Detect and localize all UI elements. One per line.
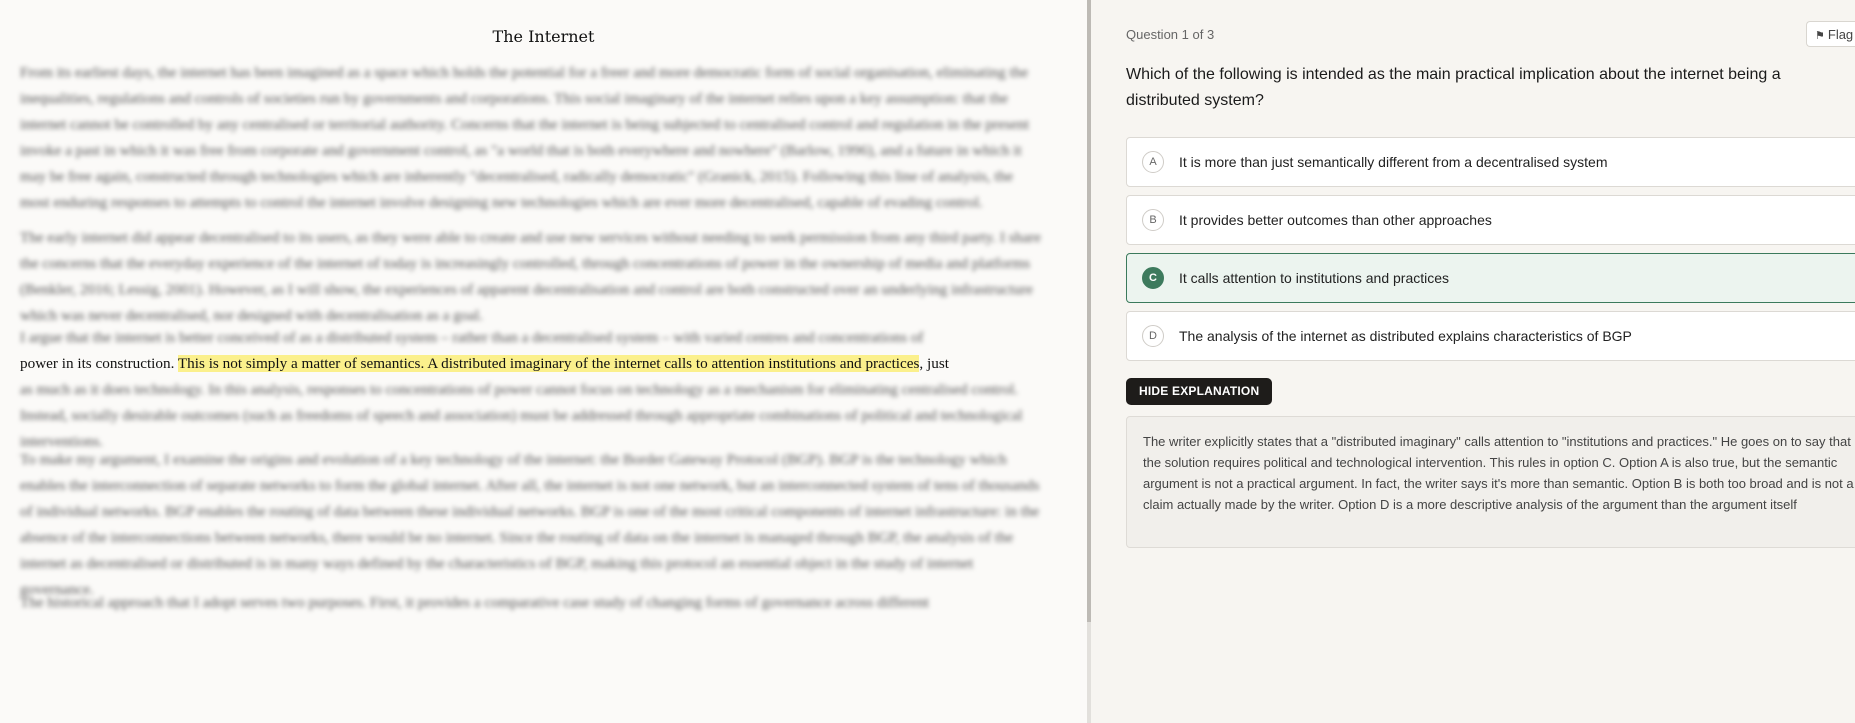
option-d[interactable]: D The analysis of the internet as distri… bbox=[1126, 311, 1855, 361]
passage-paragraph-5: The historical approach that I adopt ser… bbox=[20, 594, 930, 611]
highlighted-sentence[interactable]: This is not simply a matter of semantics… bbox=[177, 355, 920, 372]
flag-button[interactable]: ⚑ Flag bbox=[1806, 21, 1855, 47]
flag-icon: ⚑ bbox=[1815, 30, 1825, 42]
passage-paragraph-3-line-2: power in its construction. This is not s… bbox=[20, 351, 1042, 377]
passage-paragraph-1: From its earliest days, the internet has… bbox=[20, 64, 1030, 211]
option-text: The analysis of the internet as distribu… bbox=[1179, 328, 1632, 344]
passage-title: The Internet bbox=[492, 27, 595, 46]
option-a[interactable]: A It is more than just semantically diff… bbox=[1126, 137, 1855, 187]
option-letter: C bbox=[1142, 267, 1164, 289]
option-c[interactable]: C It calls attention to institutions and… bbox=[1126, 253, 1855, 303]
option-letter: A bbox=[1142, 151, 1164, 173]
question-panel: Question 1 of 3 ⚑ Flag Which of the follo… bbox=[1126, 0, 1855, 723]
clear-text-after: , just bbox=[919, 355, 949, 372]
option-text: It provides better outcomes than other a… bbox=[1179, 212, 1492, 228]
explanation-box: The writer explicitly states that a "dis… bbox=[1126, 416, 1855, 548]
passage-paragraph-3-rest: as much as it does technology. In this a… bbox=[20, 381, 1023, 450]
hide-explanation-button[interactable]: HIDE EXPLANATION bbox=[1126, 378, 1273, 405]
passage-scrollbar-thumb[interactable] bbox=[1087, 0, 1091, 622]
passage-paragraph-2: The early internet did appear decentrali… bbox=[20, 229, 1041, 324]
option-text: It is more than just semantically differ… bbox=[1179, 154, 1608, 170]
question-counter: Question 1 of 3 bbox=[1126, 27, 1215, 42]
clear-text-before: power in its construction. bbox=[20, 355, 178, 372]
option-text: It calls attention to institutions and p… bbox=[1179, 270, 1450, 286]
flag-label: Flag bbox=[1827, 27, 1854, 42]
passage-paragraph-3-line-1: I argue that the internet is better conc… bbox=[20, 329, 924, 346]
passage-paragraph-4: To make my argument, I examine the origi… bbox=[20, 451, 1040, 598]
option-letter: D bbox=[1142, 325, 1164, 347]
passage-paragraph-3: I argue that the internet is better conc… bbox=[20, 325, 1042, 455]
option-b[interactable]: B It provides better outcomes than other… bbox=[1126, 195, 1855, 245]
option-letter: B bbox=[1142, 209, 1164, 231]
passage-panel: The Internet From its earliest days, the… bbox=[0, 0, 1087, 723]
question-text: Which of the following is intended as th… bbox=[1126, 66, 1781, 109]
